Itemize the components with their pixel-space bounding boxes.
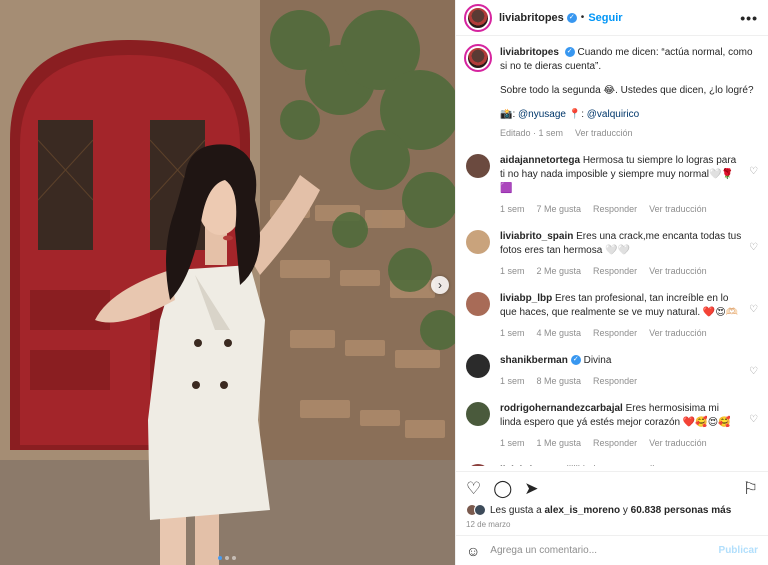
comment-time: 1 sem — [500, 204, 525, 214]
carousel-dot — [225, 556, 229, 560]
comment-item: liviabp_lbp Eres tan profesional, tan in… — [466, 292, 758, 340]
location-tag[interactable]: @valquirico — [587, 109, 639, 120]
verified-badge-icon: ✓ — [566, 12, 577, 23]
post-date: 12 de marzo — [466, 520, 511, 529]
comment-item: liviabrito_spain Eres una crack,me encan… — [466, 230, 758, 278]
add-comment-bar: ☺ Publicar — [456, 535, 768, 565]
likes-count[interactable]: 60.838 personas más — [631, 505, 732, 516]
comment-like-heart-icon[interactable]: ♡ — [749, 366, 758, 377]
carousel-dot — [232, 556, 236, 560]
follow-button[interactable]: Seguir — [588, 12, 622, 24]
likes-summary: Les gusta a alex_is_moreno y 60.838 pers… — [466, 504, 758, 516]
caption-username[interactable]: liviabritopes — [500, 47, 559, 58]
comment-item: shanikberman ✓ Divina 1 sem 8 Me gusta Respo… — [466, 354, 758, 388]
see-translation-button[interactable]: Ver traducción — [649, 436, 707, 450]
comment-like-count[interactable]: 8 Me gusta — [537, 374, 582, 388]
caption-edited-time: Editado · 1 sem — [500, 128, 564, 138]
comment-item: rodrigohernandezcarbajal Eres hermosisim… — [466, 402, 758, 450]
bookmark-icon[interactable]: ⚐ — [743, 480, 758, 497]
share-send-icon[interactable]: ➤ — [524, 480, 538, 497]
comment-item: liviabritogto Siiiiii lo lograste y sali… — [466, 464, 758, 466]
author-username[interactable]: liviabritopes — [499, 12, 564, 24]
comment-time: 1 sem — [500, 438, 525, 448]
comment-time: 1 sem — [500, 328, 525, 338]
comment-like-count[interactable]: 2 Me gusta — [537, 264, 582, 278]
verified-badge-icon: ✓ — [564, 47, 575, 58]
next-image-button[interactable]: › — [431, 276, 449, 294]
like-heart-icon[interactable]: ♡ — [466, 480, 481, 497]
comment-avatar[interactable] — [466, 402, 490, 426]
post-caption: liviabritopes ✓ Cuando me dicen: “actúa … — [464, 44, 758, 140]
carousel-dot-active — [218, 556, 222, 560]
comment-like-count[interactable]: 4 Me gusta — [537, 326, 582, 340]
author-avatar[interactable] — [464, 3, 492, 32]
comment-bubble-icon[interactable]: ◯ — [493, 480, 512, 497]
comment-avatar[interactable] — [466, 230, 490, 254]
comment-like-heart-icon[interactable]: ♡ — [749, 166, 758, 177]
comment-avatar[interactable] — [466, 354, 490, 378]
photo-illustration — [0, 0, 455, 565]
pin-icon: 📍 — [568, 109, 582, 120]
comment-like-count[interactable]: 7 Me gusta — [537, 202, 582, 216]
see-translation-button[interactable]: Ver traducción — [649, 202, 707, 216]
comment-input[interactable] — [490, 545, 719, 556]
comment-like-heart-icon[interactable]: ♡ — [749, 242, 758, 253]
post-header: liviabritopes ✓ • Seguir ••• — [456, 0, 768, 36]
comment-like-count[interactable]: 1 Me gusta — [537, 436, 582, 450]
reply-button[interactable]: Responder — [593, 374, 637, 388]
reply-button[interactable]: Responder — [593, 264, 637, 278]
likes-user[interactable]: alex_is_moreno — [544, 505, 620, 516]
comment-time: 1 sem — [500, 266, 525, 276]
caption-see-translation[interactable]: Ver traducción — [575, 126, 633, 140]
see-translation-button[interactable]: Ver traducción — [649, 326, 707, 340]
publish-button[interactable]: Publicar — [719, 545, 758, 556]
liker-avatar — [474, 504, 486, 516]
comment-username[interactable]: liviabritogto — [500, 465, 557, 466]
comment-avatar[interactable] — [466, 292, 490, 316]
comment-username[interactable]: rodrigohernandezcarbajal — [500, 403, 623, 414]
more-options-icon[interactable]: ••• — [740, 10, 758, 26]
comment-item: aidajannetortega Hermosa tu siempre lo l… — [466, 154, 758, 216]
camera-icon: 📸 — [500, 109, 513, 120]
comment-username[interactable]: liviabrito_spain — [500, 231, 573, 242]
post-photo[interactable]: › — [0, 0, 455, 565]
comment-time: 1 sem — [500, 376, 525, 386]
emoji-icon[interactable]: ☺ — [466, 543, 480, 559]
comment-avatar[interactable] — [466, 464, 490, 466]
reply-button[interactable]: Responder — [593, 436, 637, 450]
post-actions: ♡ ◯ ➤ ⚐ Les gusta a alex_is_moreno y 60.… — [456, 471, 768, 529]
reply-button[interactable]: Responder — [593, 326, 637, 340]
comment-text: Divina — [583, 355, 612, 366]
comments-list: aidajannetortega Hermosa tu siempre lo l… — [466, 154, 758, 466]
post-side-panel: liviabritopes ✓ • Seguir ••• liviabritop… — [455, 0, 768, 565]
see-translation-button[interactable]: Ver traducción — [649, 264, 707, 278]
likes-middle: y — [620, 504, 631, 516]
comment-like-heart-icon[interactable]: ♡ — [749, 304, 758, 315]
verified-badge-icon: ✓ — [570, 355, 581, 366]
carousel-indicator — [218, 556, 236, 560]
comment-like-heart-icon[interactable]: ♡ — [749, 414, 758, 425]
comments-scroll-area[interactable]: liviabritopes ✓ Cuando me dicen: “actúa … — [456, 36, 768, 466]
likes-prefix: Les gusta a — [490, 504, 545, 516]
comment-username[interactable]: shanikberman — [500, 355, 568, 366]
caption-author-avatar[interactable] — [464, 44, 492, 72]
separator-dot: • — [580, 12, 585, 23]
comment-username[interactable]: aidajannetortega — [500, 155, 580, 166]
comment-avatar[interactable] — [466, 154, 490, 178]
caption-text-2: Sobre todo la segunda 😂. Ustedes que dic… — [500, 85, 754, 96]
photographer-tag[interactable]: @nyusage — [518, 109, 566, 120]
reply-button[interactable]: Responder — [593, 202, 637, 216]
comment-username[interactable]: liviabp_lbp — [500, 293, 552, 304]
